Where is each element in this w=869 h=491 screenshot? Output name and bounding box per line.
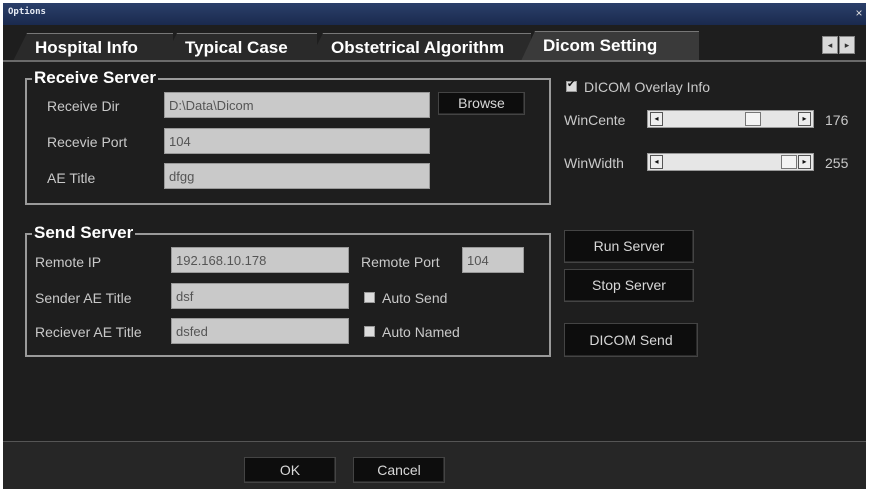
remote-port-input[interactable]: [462, 247, 524, 273]
auto-named-checkbox[interactable]: [364, 326, 375, 337]
remote-ip-input[interactable]: [171, 247, 349, 273]
sender-ae-title-label: Sender AE Title: [35, 290, 132, 306]
receive-dir-input[interactable]: [164, 92, 430, 118]
remote-ip-label: Remote IP: [35, 254, 102, 270]
tab-label: Obstetrical Algorithm: [331, 38, 505, 57]
win-center-slider[interactable]: ◂ ▸: [647, 110, 814, 128]
tab-baseline: [3, 60, 866, 62]
win-center-label: WinCente: [564, 112, 626, 128]
dicom-overlay-label: DICOM Overlay Info: [584, 79, 711, 95]
sender-ae-title-input[interactable]: [171, 283, 349, 309]
run-server-button[interactable]: Run Server: [564, 230, 694, 263]
tab-dicom-setting[interactable]: Dicom Setting: [521, 31, 699, 61]
dicom-send-button[interactable]: DICOM Send: [564, 323, 698, 357]
tab-typical-case[interactable]: Typical Case: [163, 33, 317, 61]
win-width-label: WinWidth: [564, 155, 624, 171]
stop-server-button[interactable]: Stop Server: [564, 269, 694, 302]
send-server-title: Send Server: [32, 223, 136, 242]
ok-button[interactable]: OK: [244, 457, 336, 483]
receive-dir-label: Receive Dir: [47, 98, 120, 114]
win-width-slider[interactable]: ◂ ▸: [647, 153, 814, 171]
auto-send-checkbox[interactable]: [364, 292, 375, 303]
auto-send-label: Auto Send: [382, 290, 448, 306]
slider-left-arrow-icon[interactable]: ◂: [650, 155, 663, 169]
tab-scroll-right-icon[interactable]: ▸: [839, 36, 855, 54]
ae-title-label: AE Title: [47, 170, 96, 186]
receiver-ae-title-input[interactable]: [171, 318, 349, 344]
tab-scroll-left-icon[interactable]: ◂: [822, 36, 838, 54]
ae-title-input[interactable]: [164, 163, 430, 189]
window-title: Options: [8, 7, 46, 17]
tab-label: Typical Case: [185, 38, 288, 57]
cancel-button[interactable]: Cancel: [353, 457, 445, 483]
win-center-slider-thumb[interactable]: [744, 112, 761, 126]
browse-button[interactable]: Browse: [438, 92, 525, 115]
win-center-value: 176: [825, 112, 849, 128]
tab-label: Hospital Info: [35, 38, 138, 57]
tab-obstetrical-algorithm[interactable]: Obstetrical Algorithm: [309, 33, 531, 61]
receive-server-title: Receive Server: [32, 68, 158, 87]
dicom-overlay-checkbox[interactable]: [566, 79, 577, 92]
dialog-footer: OK Cancel: [3, 442, 866, 489]
slider-right-arrow-icon[interactable]: ▸: [798, 155, 811, 169]
receive-port-label: Recevie Port: [47, 134, 128, 150]
auto-named-label: Auto Named: [382, 324, 460, 340]
tab-hospital-info[interactable]: Hospital Info: [13, 33, 173, 61]
tab-label: Dicom Setting: [543, 36, 658, 55]
remote-port-label: Remote Port: [361, 254, 440, 270]
win-width-slider-thumb[interactable]: [781, 155, 797, 169]
win-width-value: 255: [825, 155, 849, 171]
close-icon[interactable]: ×: [854, 7, 864, 19]
receiver-ae-title-label: Reciever AE Title: [35, 324, 142, 340]
options-dialog: Options × Hospital Info Typical Case Obs…: [3, 3, 866, 489]
receive-port-input[interactable]: [164, 128, 430, 154]
slider-right-arrow-icon[interactable]: ▸: [798, 112, 811, 126]
title-bar[interactable]: Options ×: [3, 3, 866, 25]
slider-left-arrow-icon[interactable]: ◂: [650, 112, 663, 126]
